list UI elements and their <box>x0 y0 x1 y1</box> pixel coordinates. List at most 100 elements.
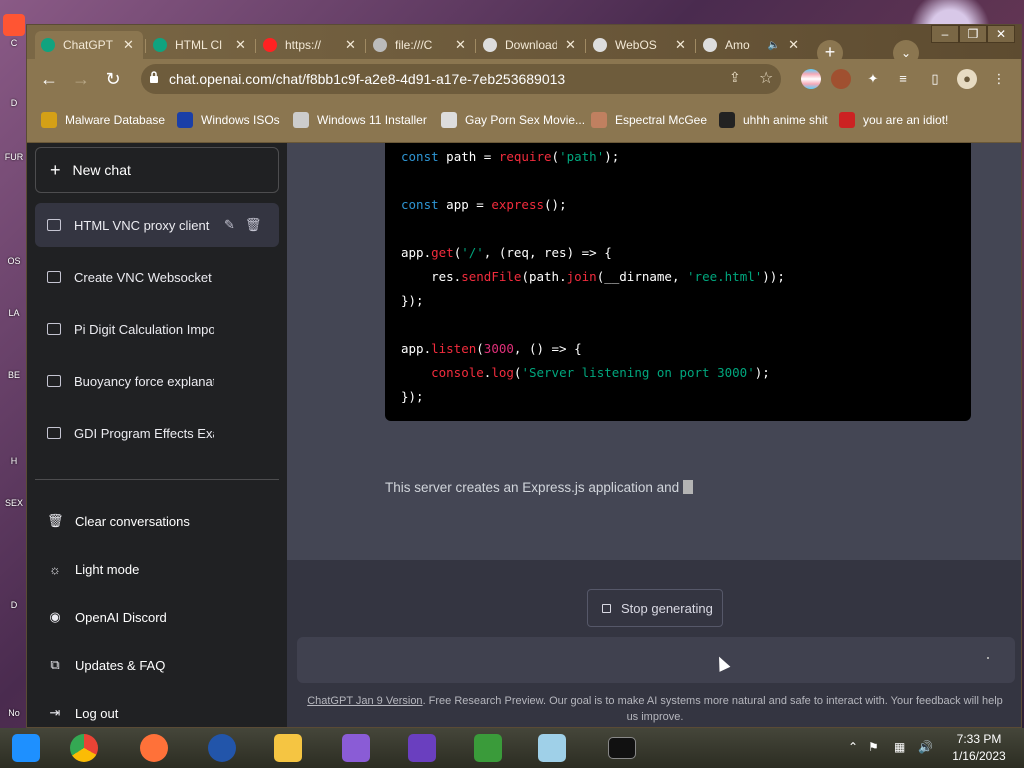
action-center-flag-icon[interactable]: ⚑ <box>868 740 879 754</box>
reload-button[interactable]: ↻ <box>99 65 127 93</box>
conversation-panel: const path = require('path'); const app =… <box>287 143 1021 727</box>
bookmark-item[interactable]: Malware Database <box>41 112 165 128</box>
desktop-icon[interactable]: H <box>2 432 26 466</box>
lock-icon <box>150 71 158 83</box>
desktop-icon[interactable]: C <box>2 14 26 48</box>
desktop-icon-label: OS <box>7 256 21 266</box>
visual-studio-installer-icon[interactable] <box>338 732 374 764</box>
show-hidden-icons-icon[interactable]: ⌃ <box>848 740 858 754</box>
minimize-button[interactable]: – <box>931 25 959 43</box>
tab-close-icon[interactable]: ✕ <box>345 37 356 53</box>
clock[interactable]: 7:33 PM 1/16/2023 <box>944 731 1014 765</box>
forward-button[interactable]: → <box>67 65 95 93</box>
share-icon[interactable]: ⇪ <box>729 69 741 86</box>
sidebar-divider <box>35 479 279 480</box>
conversation-item[interactable]: Pi Digit Calculation Impossible <box>35 307 279 351</box>
tab-favicon-icon <box>593 38 607 52</box>
people-icon[interactable] <box>470 732 506 764</box>
obama-logo-icon[interactable] <box>204 732 240 764</box>
browser-tab[interactable]: HTML Cl ✕ <box>147 31 255 59</box>
bookmark-label: you are an idiot! <box>863 113 949 127</box>
extension-avatar-icon[interactable] <box>831 69 851 89</box>
folder-icon <box>41 112 57 128</box>
visual-studio-installer-icon-image <box>342 734 370 762</box>
tab-close-icon[interactable]: ✕ <box>788 37 799 53</box>
sidebar-option-label: OpenAI Discord <box>75 609 167 625</box>
browser-tab[interactable]: WebOS ✕ <box>587 31 695 59</box>
speaker-icon[interactable]: 🔈 <box>768 40 780 51</box>
extension-flag-icon[interactable] <box>801 69 821 89</box>
side-panel-icon[interactable]: ▯ <box>925 69 945 89</box>
file-explorer-icon[interactable] <box>270 732 306 764</box>
tab-close-icon[interactable]: ✕ <box>455 37 466 53</box>
conversation-item[interactable]: Buoyancy force explanation. <box>35 359 279 403</box>
tab-close-icon[interactable]: ✕ <box>675 37 686 53</box>
version-link[interactable]: ChatGPT Jan 9 Version <box>307 695 422 707</box>
extensions-puzzle-icon[interactable]: ✦ <box>863 69 883 89</box>
desktop-icon[interactable]: LA <box>2 284 26 318</box>
chrome-icon[interactable] <box>66 732 102 764</box>
code-token: app. <box>401 245 432 260</box>
code-line: }); <box>401 289 955 313</box>
desktop-icon[interactable]: No <box>2 684 26 718</box>
discord-icon: ◉ <box>49 609 61 624</box>
browser-tab[interactable]: file:///C ✕ <box>367 31 475 59</box>
code-token: 'ree.html' <box>687 269 763 284</box>
bookmark-star-icon[interactable]: ☆ <box>759 68 773 88</box>
sidebar-option[interactable]: ⧉ Updates & FAQ <box>35 643 279 687</box>
chrome-icon-image <box>70 734 98 762</box>
notepad-icon[interactable] <box>534 732 570 764</box>
new-chat-button[interactable]: + New chat <box>35 147 279 193</box>
conversation-item[interactable]: GDI Program Effects Examples <box>35 411 279 455</box>
bookmark-item[interactable]: Windows ISOs <box>177 112 280 128</box>
close-window-button[interactable]: ✕ <box>987 25 1015 43</box>
edit-icon[interactable]: ✎ <box>224 217 235 233</box>
browser-tab[interactable]: Download ✕ <box>477 31 585 59</box>
desktop-icon[interactable]: D <box>2 74 26 108</box>
back-button[interactable]: ← <box>35 65 63 93</box>
bookmark-item[interactable]: uhhh anime shit <box>719 112 828 128</box>
browser-tab[interactable]: Amo 🔈 ✕ <box>697 31 805 59</box>
bookmark-item[interactable]: you are an idiot! <box>839 112 948 128</box>
desktop-icon-label: LA <box>8 308 20 318</box>
browser-tab[interactable]: https:// ✕ <box>257 31 365 59</box>
desktop-icon[interactable]: BE <box>2 346 26 380</box>
code-token: '/' <box>461 245 484 260</box>
stop-generating-button[interactable]: Stop generating <box>587 589 723 627</box>
tab-close-icon[interactable]: ✕ <box>123 37 134 53</box>
browser-tab[interactable]: ChatGPT ✕ <box>35 31 143 59</box>
tab-close-icon[interactable]: ✕ <box>235 37 246 53</box>
conversation-item[interactable]: HTML VNC proxy client ✎ 🗑 <box>35 203 279 247</box>
bookmark-item[interactable]: Espectral McGee <box>591 112 707 128</box>
profile-avatar-icon[interactable]: ● <box>957 69 977 89</box>
sidebar-option[interactable]: ☼ Light mode <box>35 547 279 591</box>
windows-start-icon-image <box>12 734 40 762</box>
sidebar-option[interactable]: ◉ OpenAI Discord <box>35 595 279 639</box>
chatgpt-app: + New chat HTML VNC proxy client ✎ 🗑 Create… <box>27 143 1021 727</box>
desktop-icon[interactable]: FUR <box>2 128 26 162</box>
network-icon[interactable]: ▦ <box>894 740 905 754</box>
address-bar[interactable]: chat.openai.com/chat/f8bb1c9f-a2e8-4d91-… <box>141 64 781 94</box>
desktop-icon[interactable]: SEX <box>2 474 26 508</box>
sidebar-option[interactable]: 🗑 Clear conversations <box>35 499 279 543</box>
visual-studio-icon[interactable] <box>404 732 440 764</box>
windows-start-icon[interactable] <box>8 732 44 764</box>
sidebar-option[interactable]: ⇥ Log out <box>35 691 279 727</box>
maximize-button[interactable]: ❐ <box>959 25 987 43</box>
people-icon-image <box>474 734 502 762</box>
desktop-icon[interactable]: OS <box>2 232 26 266</box>
trash-icon[interactable]: 🗑 <box>245 217 262 233</box>
message-input[interactable] <box>297 637 1015 683</box>
tab-favicon-icon <box>373 38 387 52</box>
conversation-item[interactable]: Create VNC Websocket Server <box>35 255 279 299</box>
terminal-icon[interactable] <box>604 732 640 764</box>
stop-generating-label: Stop generating <box>621 600 713 616</box>
tab-close-icon[interactable]: ✕ <box>565 37 576 53</box>
bookmark-item[interactable]: Gay Porn Sex Movie... <box>441 112 585 128</box>
desktop-icon[interactable]: D <box>2 576 26 610</box>
media-control-icon[interactable]: ≡ <box>893 69 913 89</box>
browser-menu-icon[interactable]: ⋮ <box>989 69 1009 89</box>
firefox-icon[interactable] <box>136 732 172 764</box>
bookmark-item[interactable]: Windows 11 Installer <box>293 112 427 128</box>
volume-icon[interactable]: 🔊 <box>918 740 933 754</box>
